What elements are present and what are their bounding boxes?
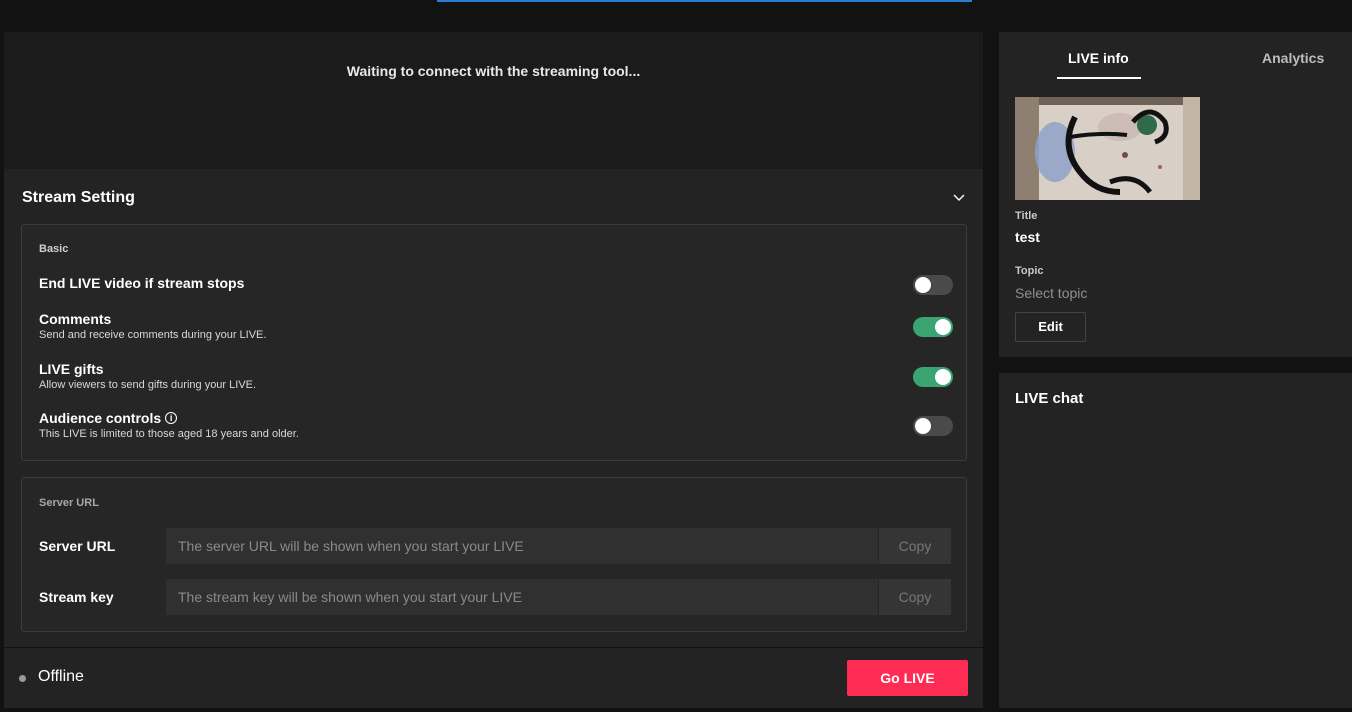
live-chat-title: LIVE chat — [1015, 390, 1084, 407]
setting-title: Comments — [39, 311, 112, 327]
copy-stream-key-button[interactable]: Copy — [879, 579, 951, 615]
edit-button[interactable]: Edit — [1015, 312, 1086, 342]
stream-setting-panel: Stream Setting Basic End LIVE video if s… — [4, 169, 983, 647]
address-highlight — [437, 0, 972, 2]
server-url-card: Server URL Server URL The server URL wil… — [21, 477, 967, 632]
live-info-panel: LIVE info Analytics Title test Topic Sel… — [999, 32, 1352, 357]
stream-setting-title: Stream Setting — [22, 189, 135, 206]
active-tab-indicator — [1057, 77, 1141, 79]
stream-preview: Waiting to connect with the streaming to… — [4, 32, 983, 169]
main-column: Waiting to connect with the streaming to… — [4, 32, 983, 708]
status-text: Offline — [38, 668, 84, 685]
basic-section-title: Basic — [39, 243, 69, 255]
toggle-knob — [915, 418, 931, 434]
tab-analytics[interactable]: Analytics — [1262, 50, 1324, 66]
topic-label: Topic — [1015, 265, 1044, 277]
toggle-knob — [935, 369, 951, 385]
basic-settings-card: Basic End LIVE video if stream stops Com… — [21, 224, 967, 461]
setting-description: This LIVE is limited to those aged 18 ye… — [39, 428, 299, 440]
server-url-row: Server URL The server URL will be shown … — [39, 528, 951, 564]
cover-image — [1015, 97, 1200, 200]
live-chat-panel: LIVE chat — [999, 373, 1352, 708]
server-url-field[interactable]: The server URL will be shown when you st… — [166, 528, 878, 564]
setting-title: End LIVE video if stream stops — [39, 275, 245, 291]
setting-description: Allow viewers to send gifts during your … — [39, 379, 257, 391]
title-label: Title — [1015, 210, 1038, 222]
waiting-message: Waiting to connect with the streaming to… — [346, 63, 641, 79]
tab-live-info[interactable]: LIVE info — [1068, 50, 1129, 66]
status-dot-icon — [19, 675, 26, 682]
stream-key-field[interactable]: The stream key will be shown when you st… — [166, 579, 878, 615]
stream-key-label: Stream key — [39, 589, 114, 605]
stream-key-row: Stream key The stream key will be shown … — [39, 579, 951, 615]
setting-title: LIVE gifts — [39, 361, 104, 377]
top-strip — [0, 0, 1352, 32]
toggle-knob — [915, 277, 931, 293]
toggle-knob — [935, 319, 951, 335]
stream-footer: Offline Go LIVE — [4, 648, 983, 708]
setting-row-audience-controls: Audience controls i This LIVE is limited… — [39, 410, 953, 440]
end-live-toggle[interactable] — [913, 275, 953, 295]
copy-server-url-button[interactable]: Copy — [879, 528, 951, 564]
topic-value: Select topic — [1015, 285, 1088, 301]
audience-controls-toggle[interactable] — [913, 416, 953, 436]
title-value: test — [1015, 229, 1040, 245]
go-live-button[interactable]: Go LIVE — [847, 660, 968, 696]
chevron-down-icon[interactable] — [952, 191, 966, 205]
server-section-title: Server URL — [39, 497, 99, 509]
comments-toggle[interactable] — [913, 317, 953, 337]
setting-title-wrap: Audience controls i — [39, 410, 951, 426]
info-icon[interactable]: i — [165, 412, 178, 424]
setting-row-live-gifts: LIVE gifts Allow viewers to send gifts d… — [39, 361, 953, 391]
server-url-label: Server URL — [39, 538, 116, 554]
setting-description: Send and receive comments during your LI… — [39, 329, 267, 341]
live-gifts-toggle[interactable] — [913, 367, 953, 387]
cover-thumbnail[interactable] — [1015, 97, 1200, 200]
setting-title: Audience controls — [39, 410, 162, 426]
setting-row-comments: Comments Send and receive comments durin… — [39, 311, 953, 341]
setting-row-end-live: End LIVE video if stream stops — [39, 275, 953, 295]
